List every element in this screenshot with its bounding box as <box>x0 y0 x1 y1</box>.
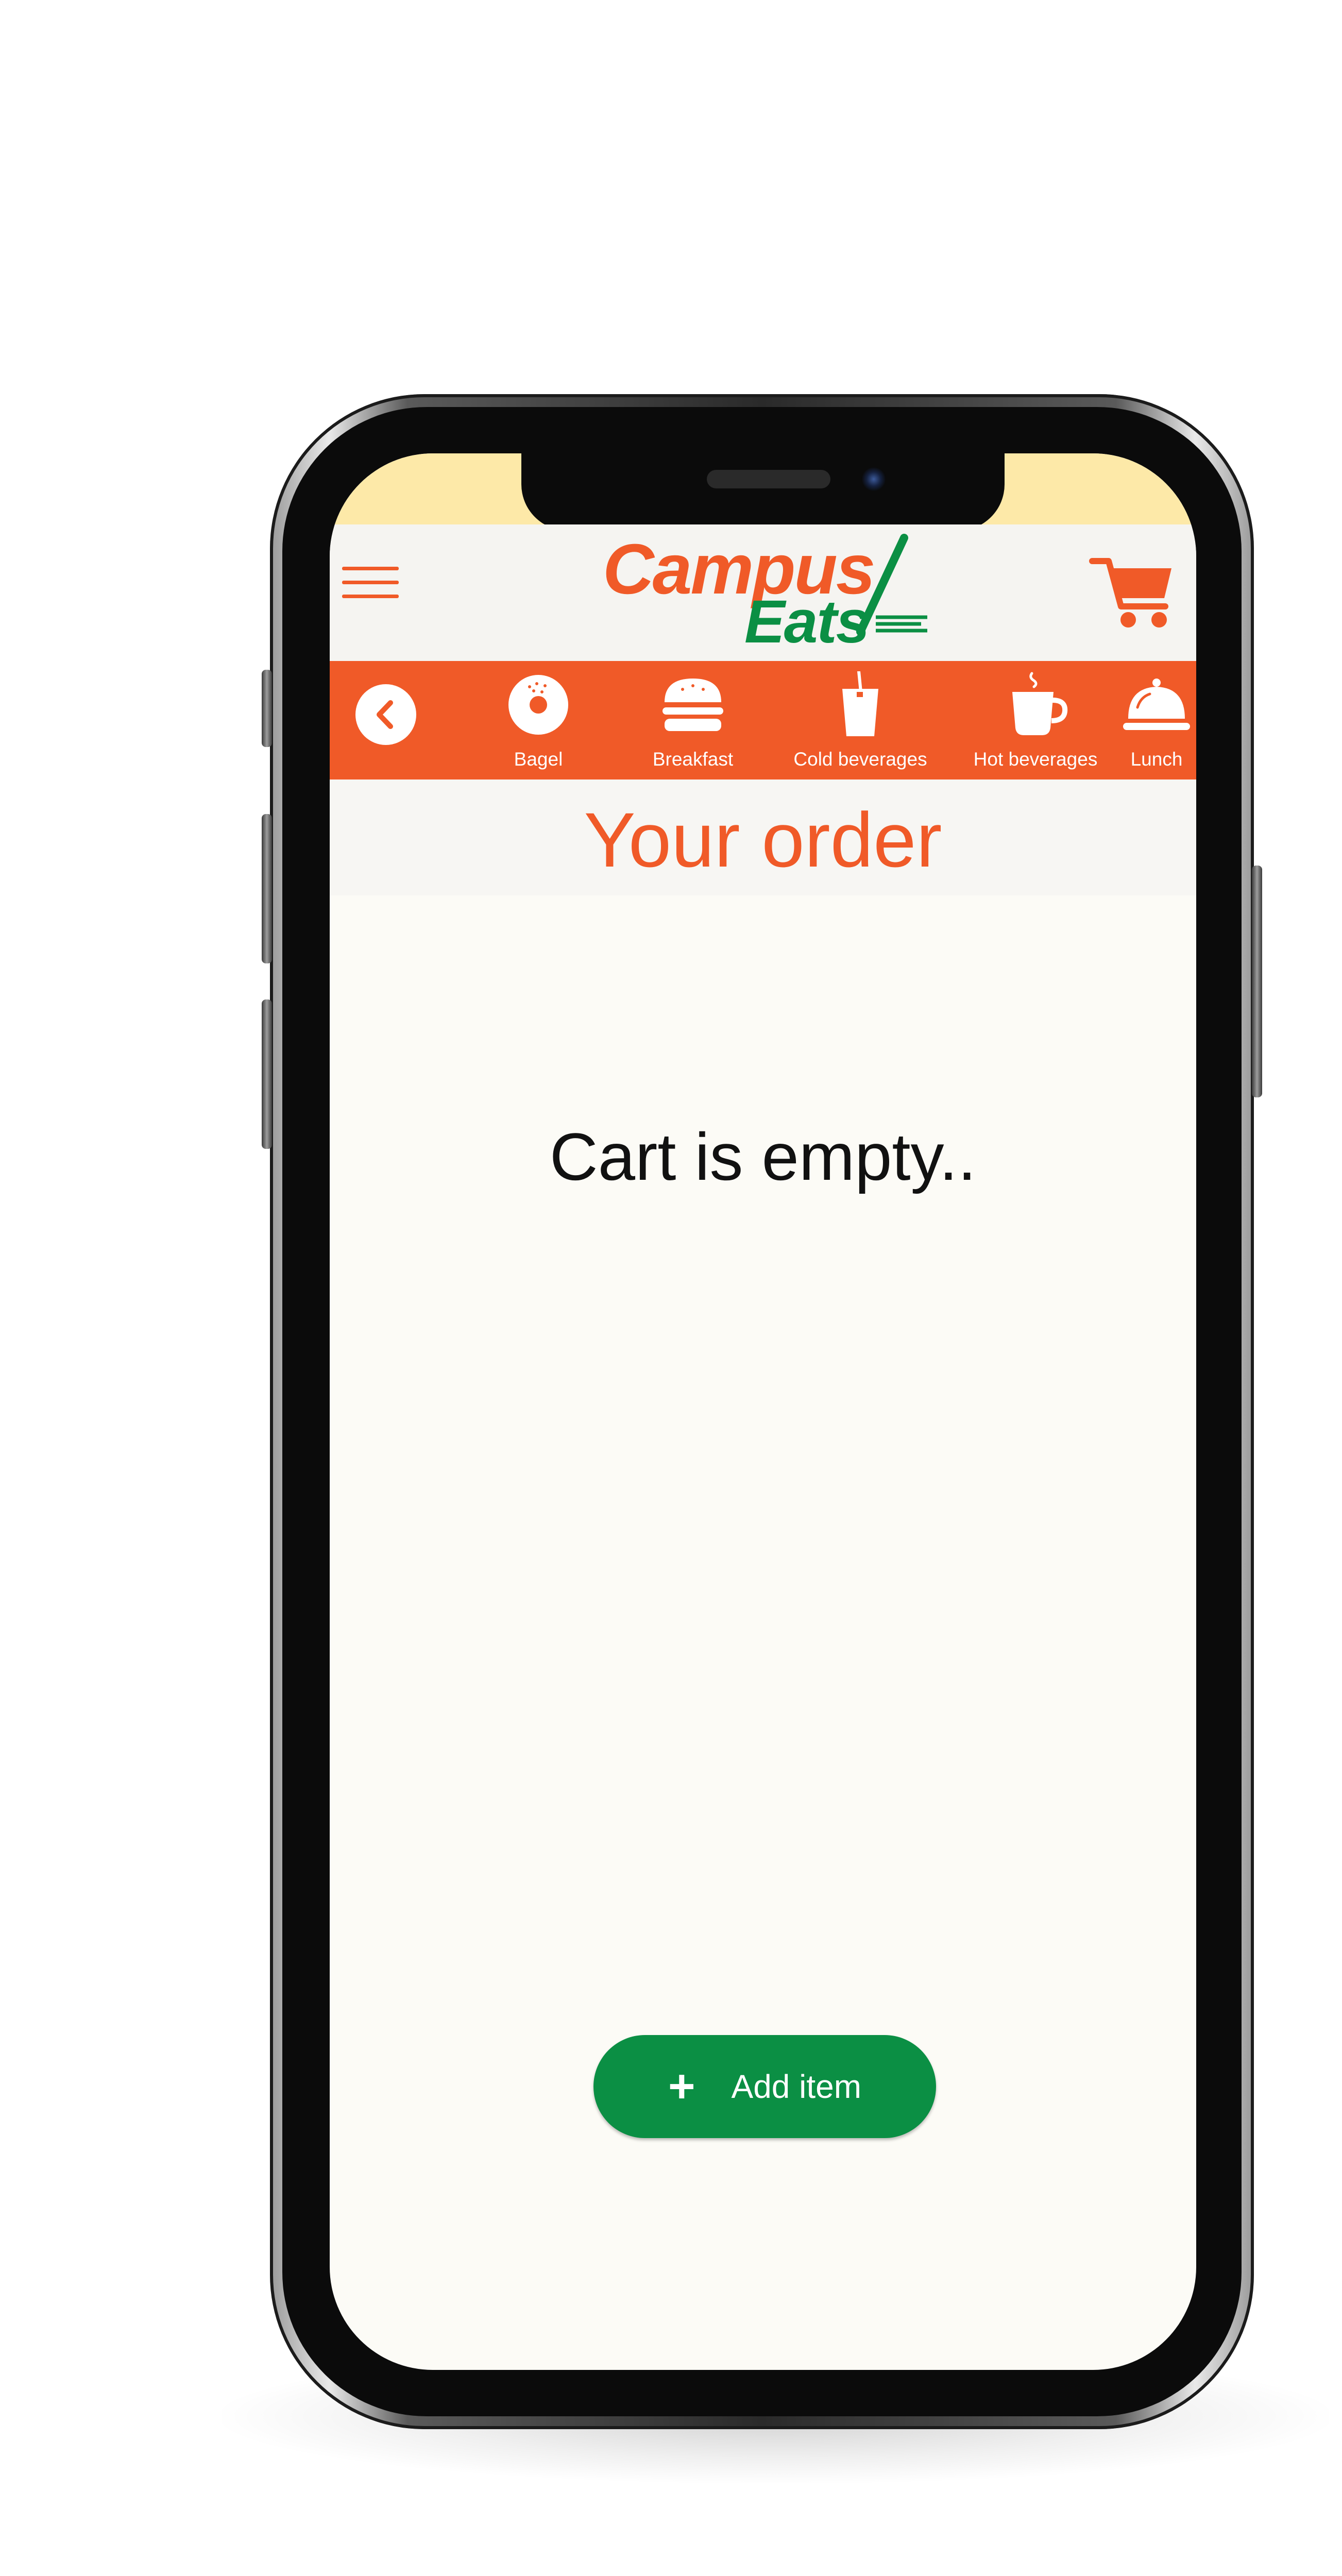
add-item-button[interactable]: + Add item <box>593 2035 936 2138</box>
chevron-left-icon <box>377 700 393 729</box>
category-breakfast[interactable]: Breakfast <box>626 671 760 779</box>
notch <box>521 453 1005 531</box>
category-cold-beverages[interactable]: Cold beverages <box>762 671 958 779</box>
speaker-grille <box>707 470 830 488</box>
category-label: Lunch <box>1130 749 1183 770</box>
category-bagel[interactable]: Bagel <box>487 671 590 779</box>
front-camera <box>861 467 886 492</box>
add-item-label: Add item <box>731 2068 862 2105</box>
plus-icon: + <box>668 2061 695 2112</box>
burger-icon <box>662 679 723 731</box>
hamburger-menu-icon[interactable] <box>342 567 399 603</box>
category-label: Hot beverages <box>973 749 1098 770</box>
order-title-band: Your order <box>330 779 1196 895</box>
volume-down-button <box>262 999 272 1149</box>
campus-eats-logo: Campus Eats <box>603 534 927 657</box>
cold-drink-icon <box>842 671 878 736</box>
volume-up-button <box>262 814 272 963</box>
empty-cart-message: Cart is empty.. <box>549 1119 977 1194</box>
page-title: Your order <box>584 796 942 883</box>
power-button <box>1252 866 1262 1097</box>
category-bar: Bagel Breakfast Cold beverages Hot bever… <box>330 661 1196 779</box>
phone-screen: Campus Eats Bagel Breakfast Cold beverag… <box>330 453 1196 2370</box>
category-label: Cold beverages <box>793 749 927 770</box>
category-hot-beverages[interactable]: Hot beverages <box>943 671 1128 779</box>
category-label: Breakfast <box>652 749 734 770</box>
silent-switch <box>262 670 272 747</box>
category-lunch[interactable]: Lunch <box>1105 671 1196 779</box>
coffee-cup-icon <box>1012 672 1068 735</box>
category-label: Bagel <box>514 749 563 770</box>
app-header: Campus Eats <box>330 524 1196 661</box>
bagel-icon <box>508 675 568 735</box>
shopping-cart-icon[interactable] <box>1088 553 1176 630</box>
serving-dish-icon <box>1123 679 1190 730</box>
back-button[interactable] <box>355 684 416 745</box>
logo-eats-text: Eats <box>744 588 870 656</box>
